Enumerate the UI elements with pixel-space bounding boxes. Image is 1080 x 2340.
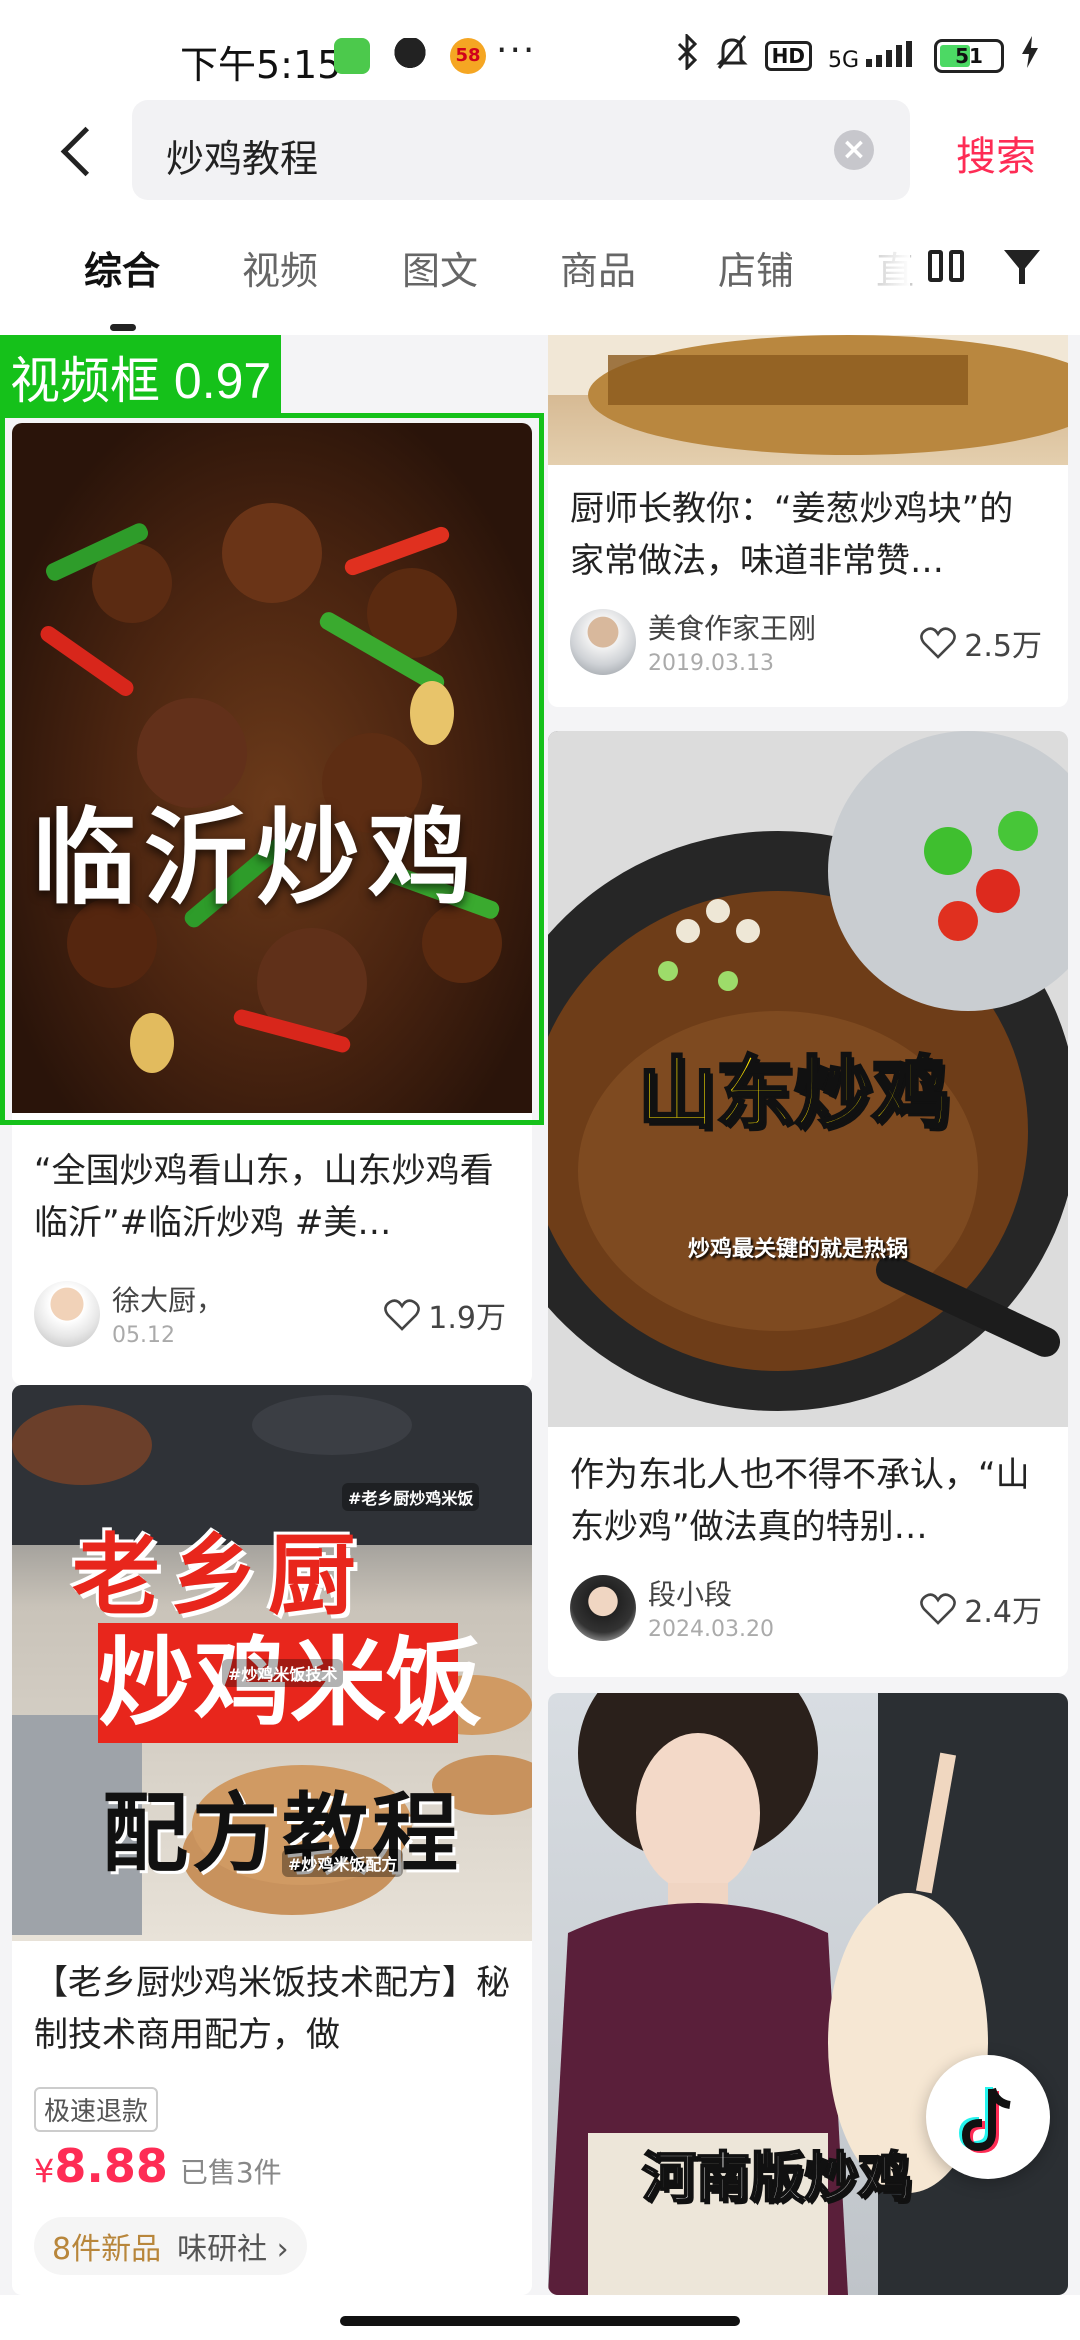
search-header: 炒鸡教程 × 搜索	[0, 100, 1080, 200]
like-count-value: 2.4万	[964, 1595, 1042, 1630]
battery-icon: 51	[934, 39, 1004, 73]
tiktok-icon	[958, 2087, 1011, 2154]
home-indicator[interactable]	[340, 2316, 740, 2326]
video-overlay-text: 河南版炒鸡	[641, 2145, 913, 2210]
mute-bell-icon	[715, 34, 749, 78]
heart-icon[interactable]	[384, 1299, 421, 1331]
video-overlay-text: 山东炒鸡	[636, 1048, 951, 1141]
search-query[interactable]: 炒鸡教程	[166, 128, 318, 183]
dish-image	[548, 335, 1068, 455]
video-author[interactable]: 段小段 2024.03.20	[570, 1573, 774, 1642]
heart-icon[interactable]	[920, 1593, 957, 1625]
shop-name: 味研社 ›	[177, 2232, 289, 2267]
avatar[interactable]	[570, 608, 636, 675]
author-name: 美食作家王刚	[648, 612, 817, 645]
product-tag-2: #炒鸡米饭技术	[222, 1659, 344, 1687]
like-count[interactable]: 2.4万	[920, 1587, 1042, 1631]
layout-toggle-icon[interactable]	[928, 250, 964, 282]
video-thumbnail[interactable]: 河南版炒鸡	[548, 1693, 1068, 2295]
video-thumbnail[interactable]: 山东炒鸡 炒鸡最关键的就是热锅	[548, 731, 1068, 1427]
video-title[interactable]: “全国炒鸡看山东，山东炒鸡看临沂”#临沂炒鸡 #美…	[34, 1145, 510, 1255]
avatar[interactable]	[34, 1280, 100, 1347]
network-type: 5G	[827, 47, 859, 73]
product-tag-1: #老乡厨炒鸡米饭	[342, 1483, 480, 1511]
tab-image-text[interactable]: 图文	[402, 240, 478, 295]
filter-icon[interactable]	[1004, 250, 1044, 286]
battery-level: 51	[955, 44, 983, 68]
hd-badge: HD	[764, 41, 812, 71]
product-title[interactable]: 【老乡厨炒鸡米饭技术配方】秘制技术商用配方，做	[34, 1957, 510, 2063]
results-feed: 临沂炒鸡 “全国炒鸡看山东，山东炒鸡看临沂”#临沂炒鸡 #美… 徐大厨， 05.…	[0, 335, 1080, 2295]
58-app-icon: 58	[450, 38, 486, 74]
tab-shops[interactable]: 店铺	[718, 240, 794, 295]
video-card-henan[interactable]: 河南版炒鸡	[548, 1693, 1068, 2295]
fast-refund-badge: 极速退款	[34, 2087, 159, 2132]
status-time: 下午5:15	[180, 43, 342, 87]
active-tab-indicator	[110, 324, 136, 331]
like-count[interactable]: 1.9万	[384, 1293, 506, 1337]
detection-box	[0, 413, 544, 1125]
post-date: 2024.03.20	[648, 1617, 774, 1642]
clear-icon[interactable]: ×	[834, 130, 874, 170]
tab-video[interactable]: 视频	[242, 240, 318, 295]
tiktok-floating-button[interactable]	[926, 2055, 1050, 2179]
product-price: ¥8.88 已售3件	[34, 2139, 282, 2193]
tab-products[interactable]: 商品	[560, 240, 636, 295]
back-arrow-icon[interactable]	[50, 120, 110, 180]
status-indicators: HD 5G 51	[675, 32, 1040, 78]
like-count[interactable]: 2.5万	[920, 621, 1042, 665]
post-date: 2019.03.13	[648, 651, 774, 676]
video-card-wanggang[interactable]: 厨师长教你：“姜葱炒鸡块”的家常做法，味道非常赞… 美食作家王刚 2019.03…	[548, 335, 1068, 707]
post-date: 05.12	[112, 1323, 175, 1348]
video-caption: 炒鸡最关键的就是热锅	[688, 1237, 909, 1262]
category-tabs: 综合 视频 图文 商品 店铺 直	[0, 240, 1080, 340]
product-image[interactable]: 老乡厨 炒鸡米饭 配方教程 #老乡厨炒鸡米饭 #炒鸡米饭技术 #炒鸡米饭配方	[12, 1385, 532, 1941]
price-currency: ¥	[34, 2152, 55, 2190]
like-count-value: 2.5万	[964, 629, 1042, 664]
new-products-count: 8件新品	[52, 2232, 162, 2267]
status-bar: 下午5:15 58 ··· HD 5G 51	[0, 0, 1080, 100]
wechat-app-icon	[334, 38, 370, 74]
author-name: 徐大厨，	[112, 1284, 225, 1317]
video-author[interactable]: 徐大厨， 05.12	[34, 1279, 224, 1348]
video-author[interactable]: 美食作家王刚 2019.03.13	[570, 607, 816, 676]
more-notifications-icon: ···	[496, 30, 537, 71]
video-title[interactable]: 厨师长教你：“姜葱炒鸡块”的家常做法，味道非常赞…	[570, 483, 1046, 593]
qq-app-icon	[392, 38, 428, 74]
bluetooth-icon	[675, 32, 699, 78]
video-title[interactable]: 作为东北人也不得不承认，“山东炒鸡”做法真的特别…	[570, 1449, 1046, 1559]
avatar[interactable]	[570, 1574, 636, 1641]
sold-count: 已售3件	[179, 2156, 282, 2189]
shop-chip[interactable]: 8件新品 味研社 ›	[34, 2217, 307, 2275]
status-app-icons: 58	[334, 38, 486, 74]
author-name: 段小段	[648, 1578, 733, 1611]
like-count-value: 1.9万	[428, 1301, 506, 1336]
price-value: 8.88	[54, 2139, 168, 2193]
video-card-shandong[interactable]: 山东炒鸡 炒鸡最关键的就是热锅 作为东北人也不得不承认，“山东炒鸡”做法真的特别…	[548, 731, 1068, 1677]
detection-label: 视频框 0.97	[0, 335, 282, 415]
product-card[interactable]: 老乡厨 炒鸡米饭 配方教程 #老乡厨炒鸡米饭 #炒鸡米饭技术 #炒鸡米饭配方 【…	[12, 1385, 532, 2295]
search-button[interactable]: 搜索	[956, 124, 1036, 182]
video-thumbnail[interactable]	[548, 335, 1068, 465]
charging-icon	[1020, 36, 1040, 76]
heart-icon[interactable]	[920, 627, 957, 659]
search-input[interactable]: 炒鸡教程 ×	[132, 100, 910, 200]
product-tag-3: #炒鸡米饭配方	[282, 1849, 404, 1877]
tab-comprehensive[interactable]: 综合	[84, 240, 160, 295]
product-overlay-top: 老乡厨	[72, 1524, 367, 1627]
signal-icon: 5G	[827, 40, 918, 73]
tab-fade	[870, 240, 910, 300]
